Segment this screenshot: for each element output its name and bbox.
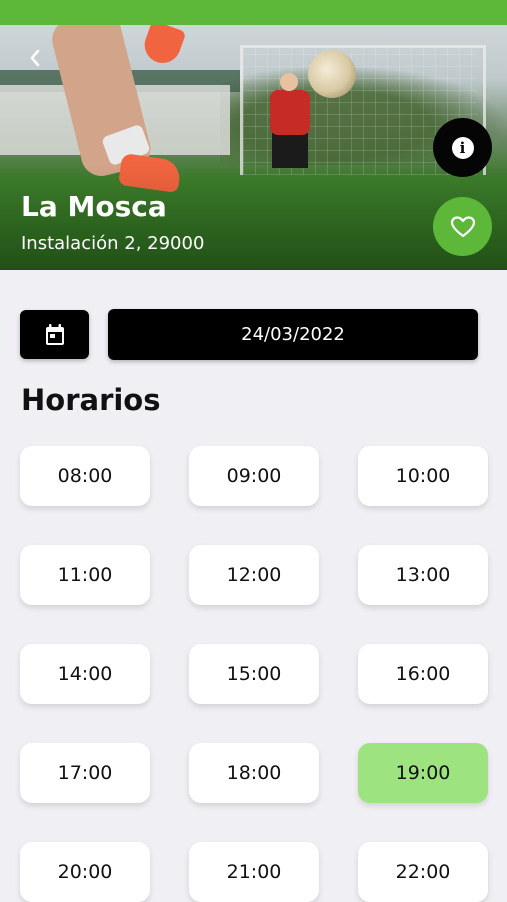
time-slot-button[interactable]: 14:00 — [20, 644, 150, 704]
status-bar — [0, 0, 507, 25]
info-button[interactable]: i — [433, 118, 492, 177]
time-slot-button[interactable]: 22:00 — [358, 842, 488, 902]
favorite-button[interactable] — [433, 197, 492, 256]
chevron-left-icon — [30, 49, 40, 67]
heart-outline-icon — [450, 215, 475, 237]
time-slot-button[interactable]: 12:00 — [189, 545, 319, 605]
time-slot-button[interactable]: 18:00 — [189, 743, 319, 803]
time-slot-button[interactable]: 13:00 — [358, 545, 488, 605]
schedule-title: Horarios — [21, 383, 161, 417]
back-button[interactable] — [22, 48, 48, 74]
date-selector[interactable]: 24/03/2022 — [108, 309, 478, 360]
venue-address: Instalación 2, 29000 — [21, 233, 205, 254]
time-slot-button[interactable]: 15:00 — [189, 644, 319, 704]
calendar-button[interactable] — [20, 310, 89, 359]
info-icon: i — [451, 136, 474, 159]
time-slot-button[interactable]: 19:00 — [358, 743, 488, 803]
time-slot-button[interactable]: 21:00 — [189, 842, 319, 902]
venue-name: La Mosca — [21, 190, 167, 223]
time-slot-button[interactable]: 10:00 — [358, 446, 488, 506]
time-slot-button[interactable]: 17:00 — [20, 743, 150, 803]
time-slot-button[interactable]: 08:00 — [20, 446, 150, 506]
time-slot-button[interactable]: 16:00 — [358, 644, 488, 704]
time-slot-button[interactable]: 11:00 — [20, 545, 150, 605]
time-slot-button[interactable]: 09:00 — [189, 446, 319, 506]
calendar-icon — [45, 323, 64, 345]
time-slot-button[interactable]: 20:00 — [20, 842, 150, 902]
